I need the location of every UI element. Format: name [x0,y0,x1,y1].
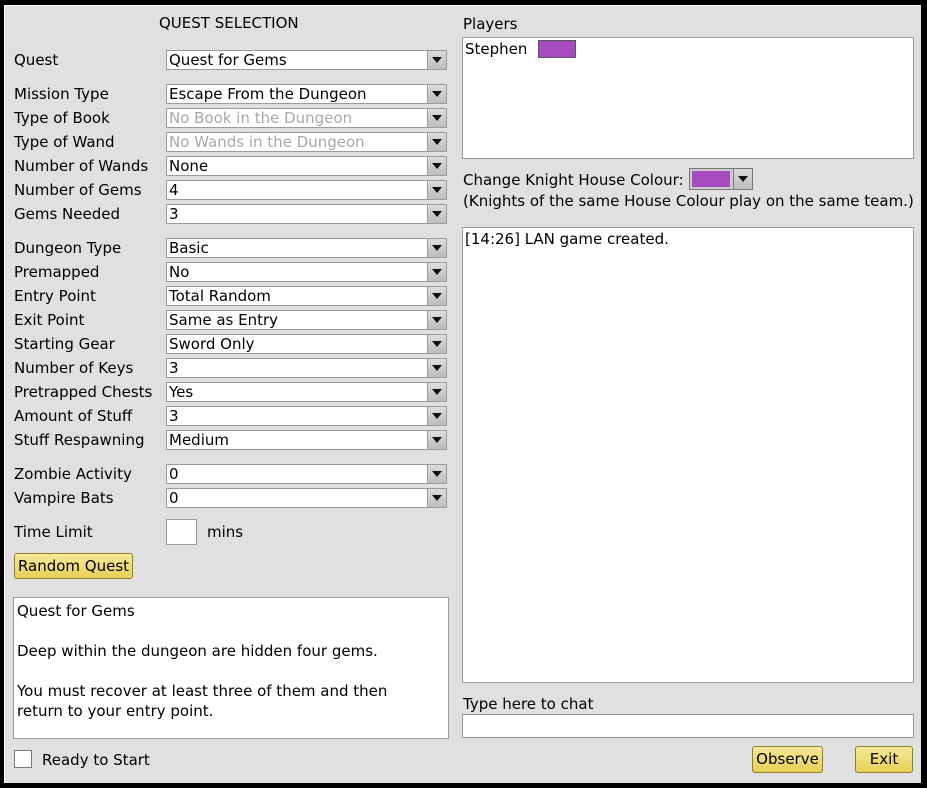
pretrapped-chests-value: Yes [169,383,194,401]
exit-button[interactable]: Exit [855,746,913,773]
game-setup-panel: QUEST SELECTION Quest Quest for Gems Mis… [4,5,921,783]
type-of-book-dropdown: No Book in the Dungeon [166,108,447,128]
house-colour-label: Change Knight House Colour: [463,171,684,189]
quest-description-para2: You must recover at least three of them … [17,682,388,720]
player-colour-swatch [538,40,576,58]
players-label: Players [463,15,518,33]
chevron-down-icon[interactable] [427,287,446,305]
dungeon-type-dropdown[interactable]: Basic [166,238,447,258]
house-colour-note: (Knights of the same House Colour play o… [463,192,914,210]
chat-message: [14:26] LAN game created. [465,230,669,248]
number-of-gems-dropdown[interactable]: 4 [166,180,447,200]
exit-point-value: Same as Entry [169,311,279,329]
number-of-wands-value: None [169,157,209,175]
number-of-wands-label: Number of Wands [14,157,149,175]
vampire-bats-dropdown[interactable]: 0 [166,488,447,508]
type-of-wand-value: No Wands in the Dungeon [169,133,365,151]
entry-point-label: Entry Point [14,287,96,305]
chat-input-label: Type here to chat [463,695,594,713]
chevron-down-icon[interactable] [427,263,446,281]
premapped-dropdown[interactable]: No [166,262,447,282]
amount-of-stuff-value: 3 [169,407,179,425]
stuff-respawning-value: Medium [169,431,229,449]
chevron-down-icon[interactable] [427,311,446,329]
ready-label: Ready to Start [42,751,150,769]
dungeon-type-label: Dungeon Type [14,239,122,257]
zombie-activity-label: Zombie Activity [14,465,132,483]
chevron-down-icon [427,109,446,127]
chevron-down-icon[interactable] [733,169,752,189]
chat-log: [14:26] LAN game created. [462,227,914,683]
number-of-gems-label: Number of Gems [14,181,142,199]
house-colour-swatch [692,171,730,187]
time-limit-input[interactable] [166,519,197,545]
random-quest-button[interactable]: Random Quest [14,553,133,579]
number-of-gems-value: 4 [169,181,179,199]
number-of-keys-dropdown[interactable]: 3 [166,358,447,378]
premapped-label: Premapped [14,263,100,281]
exit-point-label: Exit Point [14,311,85,329]
chevron-down-icon[interactable] [427,489,446,507]
chevron-down-icon[interactable] [427,51,446,69]
time-limit-label: Time Limit [14,523,93,541]
chat-input[interactable] [462,714,914,738]
quest-value: Quest for Gems [169,51,287,69]
zombie-activity-value: 0 [169,465,179,483]
chevron-down-icon[interactable] [427,335,446,353]
chevron-down-icon[interactable] [427,431,446,449]
vampire-bats-label: Vampire Bats [14,489,114,507]
chevron-down-icon [427,133,446,151]
chevron-down-icon[interactable] [427,383,446,401]
chevron-down-icon[interactable] [427,465,446,483]
starting-gear-dropdown[interactable]: Sword Only [166,334,447,354]
quest-description-title: Quest for Gems [17,602,135,620]
house-colour-dropdown[interactable] [689,168,753,190]
type-of-book-label: Type of Book [14,109,110,127]
amount-of-stuff-label: Amount of Stuff [14,407,133,425]
number-of-wands-dropdown[interactable]: None [166,156,447,176]
entry-point-value: Total Random [169,287,271,305]
pretrapped-chests-label: Pretrapped Chests [14,383,153,401]
exit-point-dropdown[interactable]: Same as Entry [166,310,447,330]
chevron-down-icon[interactable] [427,359,446,377]
number-of-keys-value: 3 [169,359,179,377]
gems-needed-dropdown[interactable]: 3 [166,204,447,224]
gems-needed-value: 3 [169,205,179,223]
chevron-down-icon[interactable] [427,85,446,103]
starting-gear-label: Starting Gear [14,335,115,353]
premapped-value: No [169,263,190,281]
mission-type-value: Escape From the Dungeon [169,85,367,103]
gems-needed-label: Gems Needed [14,205,120,223]
chevron-down-icon[interactable] [427,205,446,223]
zombie-activity-dropdown[interactable]: 0 [166,464,447,484]
stuff-respawning-dropdown[interactable]: Medium [166,430,447,450]
entry-point-dropdown[interactable]: Total Random [166,286,447,306]
stuff-respawning-label: Stuff Respawning [14,431,145,449]
starting-gear-value: Sword Only [169,335,255,353]
mission-type-label: Mission Type [14,85,109,103]
type-of-wand-label: Type of Wand [14,133,115,151]
pretrapped-chests-dropdown[interactable]: Yes [166,382,447,402]
amount-of-stuff-dropdown[interactable]: 3 [166,406,447,426]
chevron-down-icon[interactable] [427,157,446,175]
number-of-keys-label: Number of Keys [14,359,134,377]
vampire-bats-value: 0 [169,489,179,507]
quest-description-para1: Deep within the dungeon are hidden four … [17,642,378,660]
ready-checkbox[interactable] [14,750,32,768]
chevron-down-icon[interactable] [427,181,446,199]
type-of-book-value: No Book in the Dungeon [169,109,353,127]
type-of-wand-dropdown: No Wands in the Dungeon [166,132,447,152]
players-list: Stephen [462,37,914,159]
quest-description-box: Quest for Gems Deep within the dungeon a… [13,597,449,739]
chevron-down-icon[interactable] [427,239,446,257]
quest-dropdown[interactable]: Quest for Gems [166,50,447,70]
mission-type-dropdown[interactable]: Escape From the Dungeon [166,84,447,104]
observe-button[interactable]: Observe [752,746,823,773]
quest-selection-title: QUEST SELECTION [159,14,299,32]
time-limit-unit: mins [207,523,244,541]
player-name: Stephen [465,40,528,58]
quest-label: Quest [14,51,59,69]
chevron-down-icon[interactable] [427,407,446,425]
dungeon-type-value: Basic [169,239,209,257]
